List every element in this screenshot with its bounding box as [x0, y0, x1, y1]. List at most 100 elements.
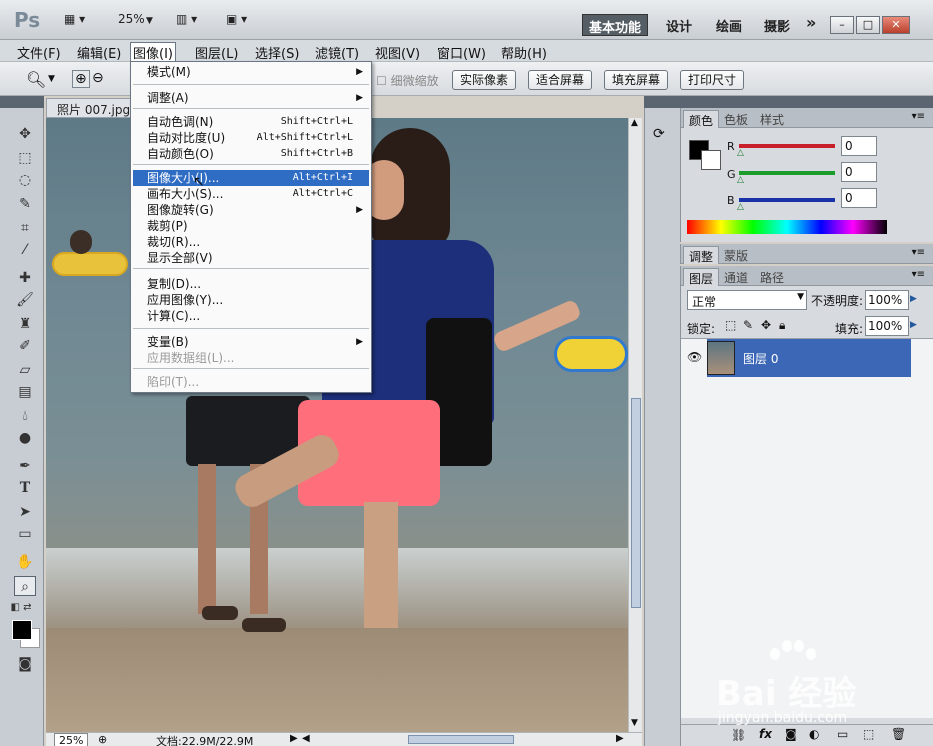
menu-window[interactable]: 窗口(W): [434, 43, 489, 62]
panel-menu-icon[interactable]: ▾≡: [912, 269, 925, 280]
menu-item-variables[interactable]: 变量(B) ▶: [133, 334, 369, 350]
red-slider-track[interactable]: [739, 144, 835, 148]
tab-channels[interactable]: 通道: [719, 268, 753, 286]
green-value-input[interactable]: 0: [841, 162, 877, 182]
menu-item-apply-image[interactable]: 应用图像(Y)...: [133, 292, 369, 308]
panel-menu-icon[interactable]: ▾≡: [912, 111, 925, 122]
workspace-essentials[interactable]: 基本功能: [582, 14, 649, 36]
opacity-arrow-icon[interactable]: ▶: [910, 294, 917, 304]
tab-paths[interactable]: 路径: [755, 268, 789, 286]
menu-item-calculations[interactable]: 计算(C)...: [133, 308, 369, 324]
visibility-eye-icon[interactable]: 👁︎: [687, 350, 702, 364]
foreground-color-swatch[interactable]: [12, 620, 32, 640]
eyedropper-tool-icon[interactable]: ⁄: [14, 240, 36, 260]
history-brush-tool-icon[interactable]: ✐: [14, 336, 36, 356]
workspace-photography[interactable]: 摄影: [758, 14, 796, 36]
menu-item-canvas-size[interactable]: 画布大小(S)... Alt+Ctrl+C: [133, 186, 369, 202]
zoom-level-select[interactable]: 25%: [118, 12, 145, 30]
fill-input[interactable]: 100%: [865, 316, 909, 336]
menu-item-auto-tone[interactable]: 自动色调(N) Shift+Ctrl+L: [133, 114, 369, 130]
menu-item-auto-color[interactable]: 自动颜色(O) Shift+Ctrl+B: [133, 146, 369, 162]
scroll-up-icon[interactable]: ▲: [631, 118, 638, 128]
screen-mode-icon[interactable]: ▣ ▾: [226, 12, 247, 30]
actual-pixels-button[interactable]: 实际像素: [452, 70, 516, 90]
menu-item-adjustments[interactable]: 调整(A) ▶: [133, 90, 369, 106]
scroll-right-icon[interactable]: ▶: [616, 733, 624, 744]
layer-row[interactable]: 图层 0: [707, 339, 911, 377]
tab-swatches[interactable]: 色板: [719, 110, 753, 128]
default-colors-icon[interactable]: ◧ ⇄: [10, 598, 32, 618]
menu-filter[interactable]: 滤镜(T): [312, 43, 362, 62]
workspace-painting[interactable]: 绘画: [710, 14, 748, 36]
menu-item-reveal-all[interactable]: 显示全部(V): [133, 250, 369, 266]
status-options-icon[interactable]: ⊕: [98, 733, 107, 746]
blue-value-input[interactable]: 0: [841, 188, 877, 208]
zoom-readout[interactable]: 25%: [54, 733, 89, 746]
menu-view[interactable]: 视图(V): [372, 43, 423, 62]
zoom-out-icon[interactable]: ⊖: [92, 70, 104, 86]
scroll-thumb[interactable]: [631, 398, 641, 608]
menu-item-mode[interactable]: 模式(M) ▶: [133, 64, 369, 80]
green-slider-track[interactable]: [739, 171, 835, 175]
path-selection-tool-icon[interactable]: ➤: [14, 502, 36, 522]
tab-styles[interactable]: 样式: [755, 110, 789, 128]
menu-item-trim[interactable]: 裁切(R)...: [133, 234, 369, 250]
print-size-button[interactable]: 打印尺寸: [680, 70, 744, 90]
scroll-left-icon[interactable]: ◀: [302, 733, 310, 744]
tab-color[interactable]: 颜色: [683, 110, 720, 128]
tab-layers[interactable]: 图层: [683, 268, 720, 286]
menu-select[interactable]: 选择(S): [252, 43, 302, 62]
rectangle-tool-icon[interactable]: ▭: [14, 524, 36, 544]
zoom-in-icon[interactable]: ⊕: [72, 70, 90, 88]
eraser-tool-icon[interactable]: ▱: [14, 360, 36, 380]
chevron-down-icon[interactable]: ▼: [48, 74, 55, 84]
type-tool-icon[interactable]: T: [14, 478, 36, 498]
menu-item-auto-contrast[interactable]: 自动对比度(U) Alt+Shift+Ctrl+L: [133, 130, 369, 146]
lasso-tool-icon[interactable]: ◌: [14, 170, 36, 190]
launch-bridge-icon[interactable]: ▦ ▾: [64, 12, 85, 30]
marquee-tool-icon[interactable]: ⬚: [14, 148, 36, 168]
menu-edit[interactable]: 编辑(E): [74, 43, 124, 62]
minimize-icon[interactable]: –: [830, 16, 854, 34]
move-tool-icon[interactable]: ✥: [14, 124, 36, 144]
fill-screen-button[interactable]: 填充屏幕: [604, 70, 668, 90]
vertical-scrollbar[interactable]: ▲ ▼: [628, 118, 642, 732]
hand-tool-icon[interactable]: ✋: [14, 552, 36, 572]
menu-item-duplicate[interactable]: 复制(D)...: [133, 276, 369, 292]
red-slider-thumb[interactable]: △: [737, 148, 744, 158]
blue-slider-track[interactable]: [739, 198, 835, 202]
chevron-down-icon[interactable]: ▼: [146, 16, 153, 34]
lock-transparent-icon[interactable]: ⬚: [725, 318, 736, 332]
zoom-tool-icon[interactable]: 🔍︎: [26, 70, 46, 89]
clone-stamp-tool-icon[interactable]: ♜: [14, 314, 36, 334]
brush-tool-icon[interactable]: 🖌︎: [14, 290, 36, 310]
lock-all-icon[interactable]: 🔒︎: [779, 318, 785, 333]
horizontal-scroll-thumb[interactable]: [408, 735, 514, 744]
color-spectrum-bar[interactable]: [687, 220, 887, 234]
dodge-tool-icon[interactable]: ●: [14, 428, 36, 448]
menu-file[interactable]: 文件(F): [14, 43, 64, 62]
more-workspaces-icon[interactable]: »: [800, 11, 822, 33]
tab-adjustments[interactable]: 调整: [683, 246, 720, 264]
lock-position-icon[interactable]: ✥: [761, 318, 771, 332]
menu-help[interactable]: 帮助(H): [498, 43, 550, 62]
status-menu-arrow-icon[interactable]: ▶: [290, 733, 298, 744]
menu-item-image-size[interactable]: 图像大小(I)... Alt+Ctrl+I: [133, 170, 369, 186]
opacity-input[interactable]: 100%: [865, 290, 909, 310]
fill-arrow-icon[interactable]: ▶: [910, 320, 917, 330]
chevron-down-icon[interactable]: ▼: [797, 292, 804, 302]
lock-image-icon[interactable]: ✎: [743, 318, 753, 332]
fit-screen-button[interactable]: 适合屏幕: [528, 70, 592, 90]
panel-menu-icon[interactable]: ▾≡: [912, 247, 925, 258]
background-color-swatch[interactable]: [701, 150, 721, 170]
link-layers-icon[interactable]: ⛓: [731, 728, 746, 742]
menu-layer[interactable]: 图层(L): [192, 43, 241, 62]
quick-selection-tool-icon[interactable]: ✎: [14, 194, 36, 214]
red-value-input[interactable]: 0: [841, 136, 877, 156]
blend-mode-select[interactable]: 正常 ▼: [687, 290, 807, 310]
maximize-icon[interactable]: □: [856, 16, 880, 34]
green-slider-thumb[interactable]: △: [737, 175, 744, 185]
menu-image[interactable]: 图像(I): [130, 42, 176, 63]
tab-masks[interactable]: 蒙版: [719, 246, 753, 264]
close-icon[interactable]: ✕: [882, 16, 910, 34]
